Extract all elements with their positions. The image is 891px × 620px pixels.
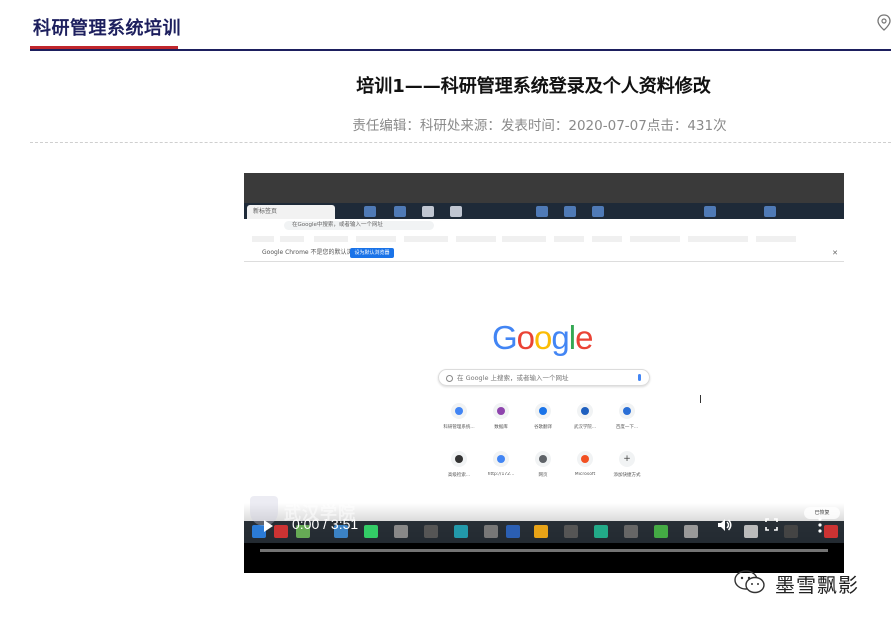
taskbar-app-icon xyxy=(536,206,548,217)
article-meta: 责任编辑：科研处来源：发表时间：2020-07-07点击：431次 xyxy=(352,118,727,134)
microphone-icon xyxy=(638,374,641,381)
infobar-button: 设为默认浏览器 xyxy=(350,248,394,258)
shortcut-icon xyxy=(535,451,551,467)
wechat-icon xyxy=(734,570,765,594)
bookmark-item xyxy=(688,236,748,242)
taskbar-app-icon xyxy=(592,206,604,217)
shortcut-icon xyxy=(493,403,509,419)
google-search-placeholder: 在 Google 上搜索，或者输入一个网址 xyxy=(457,374,569,382)
shortcut-icon xyxy=(493,451,509,467)
google-letter: o xyxy=(516,319,535,356)
taskbar-app-icon xyxy=(764,206,776,217)
shortcut-label: 添加快捷方式 xyxy=(613,473,641,478)
infobar-text: Google Chrome 不是您的默认浏览器 xyxy=(262,249,365,256)
taskbar-app-icon xyxy=(564,206,576,217)
close-icon: ✕ xyxy=(832,249,838,257)
recorder-badge: 已恢复 xyxy=(804,507,840,519)
fullscreen-icon[interactable] xyxy=(765,518,778,531)
shortcut-icon: + xyxy=(619,451,635,467)
taskbar-app-icon xyxy=(394,206,406,217)
taskbar-app-icon xyxy=(422,206,434,217)
taskbar-app-icon xyxy=(704,206,716,217)
video-player[interactable]: 新标签页 在Google中搜索，或者输入一个网址 Google Chrome 不… xyxy=(244,173,844,573)
brand-name: 墨雪飘影 xyxy=(775,573,859,597)
search-icon xyxy=(446,375,453,382)
more-options-icon[interactable] xyxy=(818,516,822,534)
bookmark-item xyxy=(314,236,348,242)
bookmark-item xyxy=(502,236,546,242)
google-letter: g xyxy=(551,319,569,356)
address-bar: 在Google中搜索，或者输入一个网址 xyxy=(284,221,434,230)
shortcut-icon xyxy=(451,451,467,467)
shortcut-icon xyxy=(619,403,635,419)
meta-divider xyxy=(30,142,891,143)
progress-bar[interactable] xyxy=(260,549,828,552)
bookmark-item xyxy=(630,236,680,242)
location-icon[interactable] xyxy=(876,14,891,32)
header-bar: 科研管理系统培训 xyxy=(0,0,891,52)
google-search-box: 在 Google 上搜索，或者输入一个网址 xyxy=(438,369,650,386)
shortcut-icon xyxy=(577,403,593,419)
bookmark-item xyxy=(592,236,622,242)
video-letterbox-top xyxy=(244,173,844,203)
bookmark-item xyxy=(404,236,448,242)
browser-address-row: 在Google中搜索，或者输入一个网址 xyxy=(244,219,844,234)
shortcut-icon xyxy=(535,403,551,419)
recorded-screen: 新标签页 在Google中搜索，或者输入一个网址 Google Chrome 不… xyxy=(244,203,844,573)
volume-icon[interactable] xyxy=(717,517,733,533)
bookmark-item xyxy=(756,236,796,242)
video-time: 0:00 / 3:51 xyxy=(292,516,359,532)
google-letter: e xyxy=(575,319,593,356)
shortcut-tile: 百度一下... xyxy=(602,403,652,443)
section-title[interactable]: 科研管理系统培训 xyxy=(33,14,181,40)
shortcut-label: 百度一下... xyxy=(615,425,639,430)
browser-tabstrip: 新标签页 xyxy=(244,203,844,219)
shortcut-icon xyxy=(577,451,593,467)
bookmark-item xyxy=(554,236,584,242)
shortcut-tile: + 添加快捷方式 xyxy=(602,451,652,491)
brand-watermark: 墨雪飘影 xyxy=(733,566,873,598)
default-browser-infobar: Google Chrome 不是您的默认浏览器 设为默认浏览器 ✕ xyxy=(244,245,844,262)
taskbar-app-icon xyxy=(450,206,462,217)
header-divider xyxy=(30,49,891,51)
bookmark-item xyxy=(456,236,496,242)
taskbar-app-icon xyxy=(364,206,376,217)
bookmark-item xyxy=(252,236,274,242)
video-controls: 已恢复 0:00 / 3:51 xyxy=(244,507,844,573)
google-letter: G xyxy=(492,319,518,356)
google-logo: Google xyxy=(492,319,593,357)
bookmark-item xyxy=(280,236,304,242)
mouse-cursor-icon xyxy=(700,395,707,403)
shortcut-icon xyxy=(451,403,467,419)
bookmark-item xyxy=(356,236,396,242)
google-letter: o xyxy=(534,319,552,356)
play-icon[interactable] xyxy=(264,520,273,532)
article-title: 培训1——科研管理系统登录及个人资料修改 xyxy=(356,76,711,97)
browser-tab: 新标签页 xyxy=(247,205,335,219)
